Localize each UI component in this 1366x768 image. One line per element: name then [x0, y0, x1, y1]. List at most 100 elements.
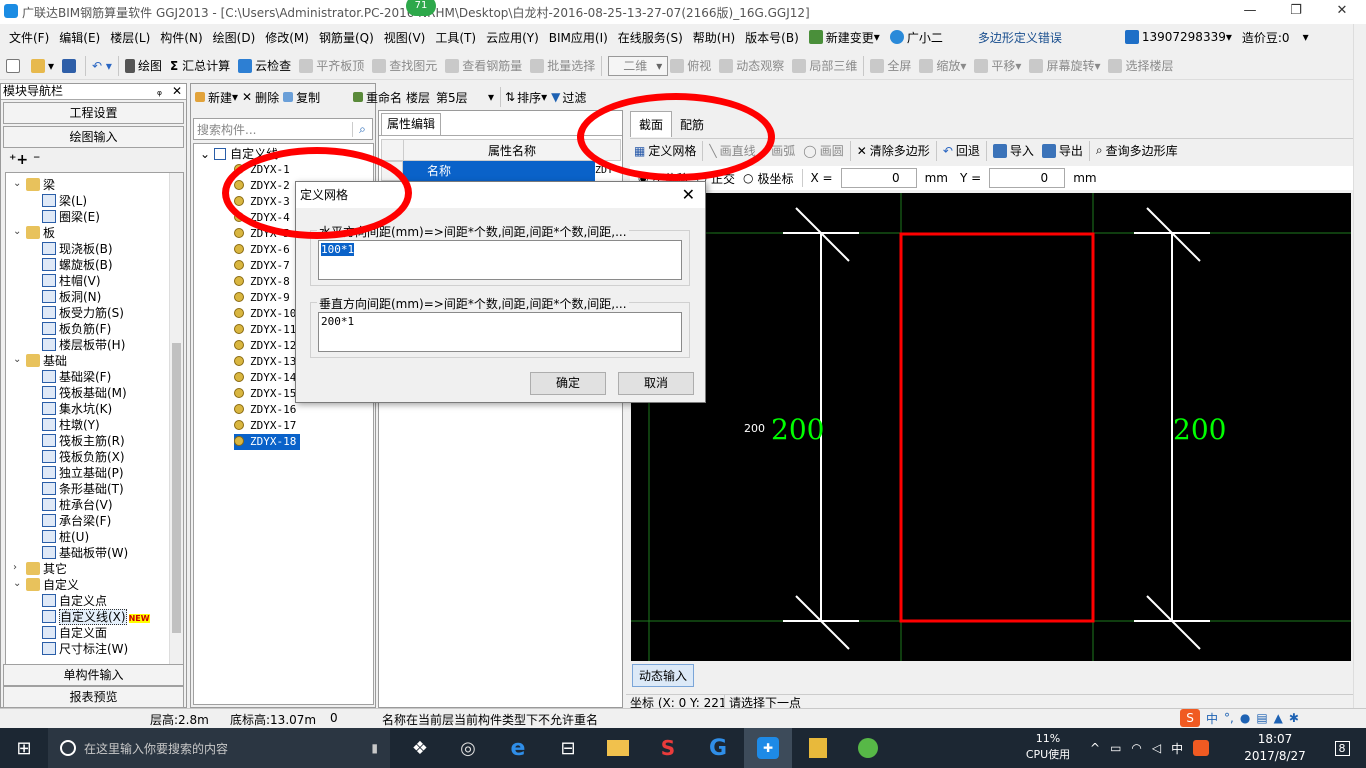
volume-icon[interactable]: ◁: [1152, 741, 1161, 755]
top-view-button[interactable]: 俯视: [666, 53, 715, 79]
ok-button[interactable]: 确定: [530, 372, 606, 395]
tree-item[interactable]: 筏板负筋(X): [42, 449, 125, 465]
taskbar-app-3[interactable]: G: [694, 728, 742, 768]
clear-polygon-button[interactable]: ✕ 清除多边形: [853, 138, 934, 164]
canvas-scrollbar[interactable]: [1353, 24, 1366, 708]
menu-bim[interactable]: BIM应用(I): [547, 29, 610, 46]
delete-button[interactable]: ✕ 删除: [240, 84, 281, 110]
select-floor-button[interactable]: 选择楼层: [1104, 53, 1177, 79]
single-component-button[interactable]: 单构件输入: [3, 664, 184, 686]
tray-sogou-icon[interactable]: [1193, 740, 1210, 756]
list-item[interactable]: ZDYX-16: [234, 402, 296, 418]
chevron-down-icon[interactable]: ⌄: [200, 147, 210, 161]
menu-cloud[interactable]: 云应用(Y): [484, 29, 541, 46]
undo-button[interactable]: ↶ 回退: [939, 138, 984, 164]
tree-item[interactable]: 自定义面: [42, 625, 107, 641]
fullscreen-button[interactable]: 全屏: [866, 53, 915, 79]
tree-item[interactable]: 独立基础(P): [42, 465, 124, 481]
assistant-button[interactable]: 广小二: [888, 29, 945, 46]
search-icon[interactable]: ⌕: [352, 121, 372, 137]
panel-close-icon[interactable]: ✕: [172, 84, 182, 99]
expand-all-icon[interactable]: ⁺+ ⁻: [9, 152, 40, 168]
tree-item[interactable]: 条形基础(T): [42, 481, 124, 497]
drawing-canvas[interactable]: 200 200 200: [631, 193, 1351, 661]
tree-item[interactable]: 自定义线(X) NEW: [42, 609, 150, 625]
pan-button[interactable]: 平移 ▾: [970, 53, 1025, 79]
tree-item[interactable]: 板受力筋(S): [42, 305, 124, 321]
find-element-button[interactable]: 查找图元: [368, 53, 441, 79]
new-change-menu[interactable]: 新建变更 ▾: [807, 29, 882, 46]
tree-item[interactable]: 螺旋板(B): [42, 257, 113, 273]
menu-expand-icon[interactable]: ▾: [1301, 30, 1311, 44]
menu-file[interactable]: 文件(F): [7, 29, 51, 46]
draw-circle-button[interactable]: ◯ 画圆: [799, 138, 847, 164]
taskbar-active-app[interactable]: ✚: [744, 728, 792, 768]
tree-item[interactable]: 桩(U): [42, 529, 89, 545]
tree-item[interactable]: 梁(L): [42, 193, 87, 209]
view-mode-select[interactable]: 二维 ▾: [604, 53, 669, 79]
export-button[interactable]: 导出: [1038, 138, 1087, 164]
tree-item[interactable]: 桩承台(V): [42, 497, 113, 513]
undo-icon[interactable]: ↶ ▾: [88, 53, 116, 79]
search-input[interactable]: 搜索构件...: [194, 121, 352, 138]
wifi-icon[interactable]: ◠: [1131, 741, 1141, 755]
taskbar-app-2[interactable]: S: [644, 728, 692, 768]
cpu-indicator[interactable]: 11% CPU使用: [1020, 731, 1076, 763]
sort-button[interactable]: ⇅ 排序 ▾: [503, 84, 549, 110]
vertical-spacing-input[interactable]: 200*1: [318, 312, 682, 352]
report-preview-button[interactable]: 报表预览: [3, 686, 184, 708]
taskbar-store[interactable]: ⊟: [544, 728, 592, 768]
user-account[interactable]: 13907298339 ▾: [1123, 30, 1234, 44]
align-slab-button[interactable]: 平齐板顶: [295, 53, 368, 79]
tree-item[interactable]: 板洞(N): [42, 289, 101, 305]
taskbar-search[interactable]: 在这里输入你要搜索的内容 ▮: [48, 728, 390, 768]
tree-item[interactable]: 自定义点: [42, 593, 107, 609]
list-item[interactable]: ZDYX-10: [234, 306, 296, 322]
close-button[interactable]: ✕: [1319, 0, 1365, 24]
batch-select-button[interactable]: 批量选择: [526, 53, 599, 79]
menu-edit[interactable]: 编辑(E): [57, 29, 102, 46]
floor-select[interactable]: 第5层 ▾: [432, 84, 498, 110]
tree-item[interactable]: 尺寸标注(W): [42, 641, 128, 657]
ime-toolbar[interactable]: S 中 °, ● ▤ ▲ ✱: [1180, 709, 1299, 727]
zoom-button[interactable]: 缩放 ▾: [915, 53, 970, 79]
query-lib-button[interactable]: ⌕ 查询多边形库: [1092, 138, 1182, 164]
list-item[interactable]: ZDYX-8: [234, 274, 290, 290]
list-item[interactable]: ZDYX-6: [234, 242, 290, 258]
save-icon[interactable]: [58, 53, 83, 79]
tree-group[interactable]: ⌄ 板: [13, 225, 55, 241]
action-center[interactable]: 8: [1318, 728, 1366, 768]
copy-button[interactable]: 复制: [281, 84, 322, 110]
project-settings-button[interactable]: 工程设置: [3, 102, 184, 124]
update-badge[interactable]: 71: [406, 0, 436, 16]
property-tab[interactable]: 属性编辑: [381, 113, 441, 135]
menu-modify[interactable]: 修改(M): [263, 29, 311, 46]
tree-item[interactable]: 集水坑(K): [42, 401, 112, 417]
local-3d-button[interactable]: 局部三维: [788, 53, 861, 79]
pin-icon[interactable]: ᵩ: [157, 84, 162, 99]
canvas-svg[interactable]: 200 200 200: [631, 193, 1351, 661]
start-button[interactable]: ⊞: [0, 728, 48, 768]
expand-icon[interactable]: ›: [13, 563, 22, 573]
menu-tools[interactable]: 工具(T): [433, 29, 478, 46]
rename-button[interactable]: 重命名: [351, 84, 404, 110]
tree-scrollbar-thumb[interactable]: [172, 343, 181, 633]
view-rebar-button[interactable]: 查看钢筋量: [441, 53, 526, 79]
filter-button[interactable]: ▼ 过滤: [549, 84, 588, 110]
tree-group[interactable]: ⌄ 自定义: [13, 577, 79, 593]
dynamic-observe-button[interactable]: 动态观察: [715, 53, 788, 79]
taskbar-app-5[interactable]: [844, 728, 892, 768]
tree-item[interactable]: 圈梁(E): [42, 209, 100, 225]
tree-item[interactable]: 现浇板(B): [42, 241, 113, 257]
list-item[interactable]: ZDYX-12: [234, 338, 296, 354]
tree-item[interactable]: 基础板带(W): [42, 545, 128, 561]
list-item[interactable]: ZDYX-11: [234, 322, 296, 338]
tree-group[interactable]: › 其它: [13, 561, 67, 577]
expand-icon[interactable]: ⌄: [13, 227, 22, 237]
tree-item[interactable]: 板负筋(F): [42, 321, 111, 337]
restore-button[interactable]: ❐: [1273, 0, 1319, 24]
tree-group[interactable]: ⌄ 基础: [13, 353, 67, 369]
radio-polar[interactable]: ○: [743, 171, 753, 185]
tray-chevron-icon[interactable]: ^: [1090, 741, 1100, 755]
new-file-icon[interactable]: [2, 53, 27, 79]
